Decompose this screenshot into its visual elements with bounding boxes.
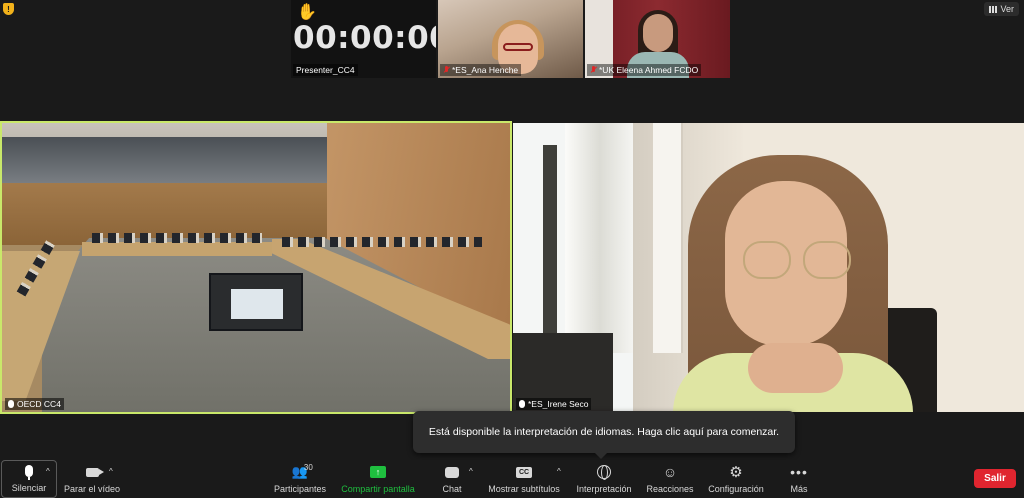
- chat-options-chevron-icon[interactable]: ^: [469, 467, 473, 476]
- view-button-label: Ver: [1000, 4, 1014, 14]
- show-captions-button[interactable]: CC Mostrar subtítulos: [485, 460, 563, 498]
- video-options-chevron-icon[interactable]: ^: [109, 467, 113, 476]
- thumbnail-eleena-ahmed[interactable]: *UK Eleena Ahmed FCDO: [585, 0, 730, 78]
- participants-label: Participantes: [273, 484, 327, 494]
- mic-muted-icon: [590, 66, 597, 74]
- participant-name: *UK Eleena Ahmed FCDO: [599, 65, 699, 75]
- share-screen-button[interactable]: ↑ Compartir pantalla: [338, 460, 418, 498]
- video-feed-glasses: [503, 43, 533, 51]
- view-button[interactable]: Ver: [984, 2, 1019, 16]
- leave-meeting-label: Salir: [984, 473, 1006, 484]
- share-screen-label: Compartir pantalla: [341, 484, 415, 494]
- mute-label: Silenciar: [11, 483, 47, 493]
- interpretation-notification[interactable]: Está disponible la interpretación de idi…: [413, 411, 795, 459]
- room-display-content: [231, 289, 283, 319]
- stop-video-button[interactable]: Parar el vídeo: [62, 460, 122, 498]
- room-display-screen: [209, 273, 303, 331]
- meeting-toolbar: Silenciar ^ Parar el vídeo ^ 👥 30 Partic…: [0, 460, 1024, 498]
- mute-button[interactable]: Silenciar: [1, 460, 57, 498]
- leave-meeting-button[interactable]: Salir: [974, 469, 1016, 488]
- smiley-icon: ☺: [662, 464, 678, 480]
- video-tile-oecd-cc4[interactable]: OECD CC4: [0, 121, 512, 414]
- attendees-row: [282, 237, 482, 247]
- gear-icon: ⚙: [729, 464, 743, 481]
- participant-name: OECD CC4: [17, 399, 61, 409]
- interpretation-notification-text: Está disponible la interpretación de idi…: [428, 426, 780, 438]
- chat-button[interactable]: Chat: [432, 460, 472, 498]
- participant-name: *ES_Irene Seco: [528, 399, 589, 409]
- participant-name: Presenter_CC4: [296, 65, 355, 75]
- video-feed-face: [643, 14, 673, 52]
- interpretation-button[interactable]: Interpretación: [574, 460, 634, 498]
- raised-hand-icon: ✋: [297, 4, 317, 21]
- video-feed-window-frame: [543, 145, 557, 345]
- desk-back: [82, 242, 272, 256]
- participant-name-label: *ES_Irene Seco: [516, 398, 592, 410]
- room-gallery-windows: [2, 137, 332, 185]
- captions-options-chevron-icon[interactable]: ^: [557, 467, 561, 476]
- more-button[interactable]: ••• Más: [784, 460, 814, 498]
- reactions-label: Reacciones: [646, 484, 694, 494]
- more-dots-icon: •••: [790, 464, 808, 480]
- settings-label: Configuración: [708, 484, 764, 494]
- video-feed-door: [653, 123, 683, 353]
- globe-icon: [597, 465, 611, 480]
- mic-icon: [8, 400, 14, 408]
- video-tile-irene-seco[interactable]: *ES_Irene Seco: [513, 123, 1024, 412]
- video-camera-icon: [85, 467, 104, 477]
- closed-captions-icon: CC: [516, 466, 532, 478]
- video-feed-glasses-right: [803, 241, 851, 279]
- participant-name-label: Presenter_CC4: [293, 64, 358, 76]
- thumbnail-presenter[interactable]: ✋ 00:00:00 Presenter_CC4: [291, 0, 436, 78]
- timer-display: 00:00:00: [293, 20, 436, 56]
- video-feed-glasses-left: [743, 241, 791, 279]
- grid-view-icon: [989, 5, 998, 13]
- interpretation-label: Interpretación: [576, 484, 632, 494]
- mic-muted-icon: [443, 66, 450, 74]
- thumbnail-ana-henche[interactable]: *ES_Ana Henche: [438, 0, 583, 78]
- participant-name-label: OECD CC4: [5, 398, 64, 410]
- participant-name-label: *ES_Ana Henche: [440, 64, 522, 76]
- video-feed-curtain: [565, 123, 635, 353]
- show-captions-label: Mostrar subtítulos: [488, 484, 560, 494]
- mute-options-chevron-icon[interactable]: ^: [46, 467, 50, 476]
- share-screen-icon: ↑: [370, 466, 386, 478]
- mic-icon: [519, 400, 525, 408]
- settings-button[interactable]: ⚙ Configuración: [706, 460, 766, 498]
- more-label: Más: [790, 484, 808, 494]
- security-shield-icon[interactable]: !: [3, 3, 14, 15]
- chat-label: Chat: [442, 484, 462, 494]
- reactions-button[interactable]: ☺ Reacciones: [645, 460, 695, 498]
- attendees-row: [92, 233, 262, 243]
- participants-button[interactable]: 👥 30 Participantes: [272, 460, 328, 498]
- chat-icon: [445, 466, 459, 478]
- stop-video-label: Parar el vídeo: [63, 484, 121, 494]
- microphone-icon: [25, 465, 33, 480]
- participants-count: 30: [303, 463, 313, 472]
- participant-name-label: *UK Eleena Ahmed FCDO: [587, 64, 702, 76]
- participant-name: *ES_Ana Henche: [452, 65, 519, 75]
- video-feed-hand: [748, 343, 843, 393]
